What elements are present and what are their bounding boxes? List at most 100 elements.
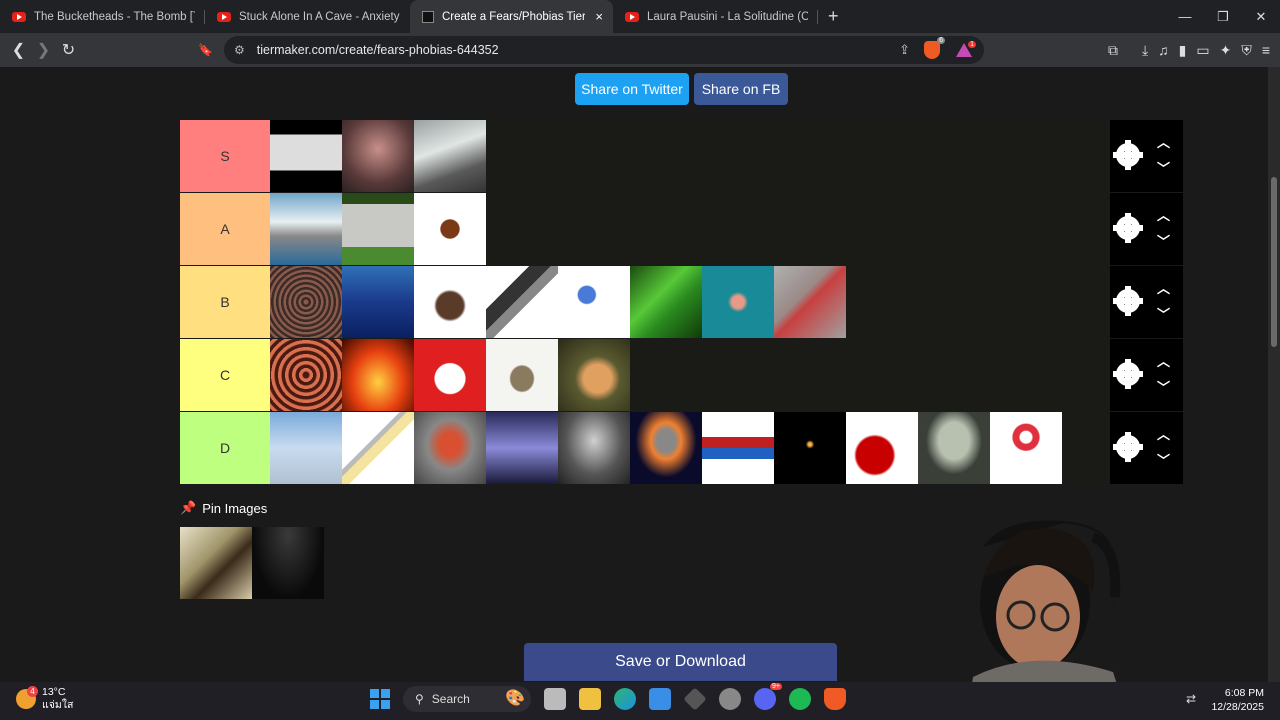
close-tab-icon[interactable]: × bbox=[595, 9, 603, 24]
move-tier-down-icon[interactable]: ﹀ bbox=[1157, 304, 1170, 323]
clock-time: 6:08 PM bbox=[1224, 687, 1264, 699]
network-icon[interactable]: ⇄ bbox=[1186, 692, 1196, 706]
tier-item-cockroach[interactable] bbox=[414, 193, 486, 265]
screenshot-icon[interactable]: ⧉ bbox=[1108, 42, 1118, 59]
tier-label[interactable]: S bbox=[180, 120, 270, 192]
wallet-icon[interactable]: ▭ bbox=[1196, 42, 1209, 59]
tier-item-holes[interactable] bbox=[270, 339, 342, 411]
tier-item-centipede[interactable] bbox=[774, 266, 846, 338]
sidebar-icon[interactable]: ▮ bbox=[1179, 42, 1187, 59]
tier-item-glass-floor[interactable] bbox=[414, 120, 486, 192]
task-view-icon[interactable] bbox=[544, 688, 566, 710]
maximize-button[interactable]: ❐ bbox=[1204, 0, 1242, 33]
tier-item-lightning[interactable] bbox=[486, 412, 558, 484]
move-tier-up-icon[interactable]: ︿ bbox=[1157, 132, 1170, 151]
leo-ai-icon[interactable]: ✦ bbox=[1220, 42, 1232, 59]
tab-laura-pausini[interactable]: Laura Pausini - La Solitudine (Official bbox=[613, 0, 818, 33]
new-tab-button[interactable]: + bbox=[818, 6, 849, 27]
bookmark-icon[interactable]: 🔖 bbox=[193, 43, 218, 57]
menu-icon[interactable]: ≡ bbox=[1262, 42, 1270, 58]
scrollbar-thumb[interactable] bbox=[1271, 177, 1277, 347]
tab-bucketheads[interactable]: The Bucketheads - The Bomb [These bbox=[0, 0, 205, 33]
tier-item-man-portrait[interactable] bbox=[558, 412, 630, 484]
move-tier-up-icon[interactable]: ︿ bbox=[1157, 351, 1170, 370]
tier-item-crowd[interactable] bbox=[270, 266, 342, 338]
share-twitter-button[interactable]: Share on Twitter bbox=[575, 73, 689, 105]
edge-icon[interactable] bbox=[614, 688, 636, 710]
vpn-icon[interactable]: ⛨ bbox=[1241, 42, 1252, 59]
obs-icon[interactable] bbox=[719, 688, 741, 710]
tier-item-fire[interactable] bbox=[342, 339, 414, 411]
tab-stuck-alone[interactable]: Stuck Alone In A Cave - Anxiety Warr bbox=[205, 0, 410, 33]
weather-widget[interactable]: 4 13°C แจ่มใส bbox=[16, 686, 73, 712]
page-scrollbar[interactable] bbox=[1268, 67, 1280, 682]
tier-controls: ︿ ﹀ bbox=[1110, 412, 1183, 484]
page-content: Share on Twitter Share on FB S ︿ ﹀ A ︿ ﹀ B ︿ ﹀ C ︿… bbox=[0, 67, 1268, 682]
tier-label[interactable]: D bbox=[180, 412, 270, 484]
tier-item-gravestone[interactable] bbox=[342, 193, 414, 265]
gear-teeth-icon bbox=[1125, 432, 1131, 462]
tier-item-sea-creature[interactable] bbox=[702, 266, 774, 338]
tier-item-puppet[interactable] bbox=[414, 412, 486, 484]
webcam-person-image bbox=[943, 507, 1183, 682]
move-tier-up-icon[interactable]: ︿ bbox=[1157, 205, 1170, 224]
tier-item-syringe[interactable] bbox=[342, 412, 414, 484]
tier-label[interactable]: C bbox=[180, 339, 270, 411]
tier-item-green-snake[interactable] bbox=[630, 266, 702, 338]
site-info-icon[interactable]: ⚙ bbox=[234, 43, 245, 57]
download-icon[interactable]: ⤓ bbox=[1142, 42, 1148, 59]
spotify-icon[interactable] bbox=[789, 688, 811, 710]
share-facebook-button[interactable]: Share on FB bbox=[694, 73, 788, 105]
tier-item-tarantula[interactable] bbox=[414, 266, 486, 338]
pool-item-scorpion-hand[interactable] bbox=[180, 527, 252, 599]
move-tier-down-icon[interactable]: ﹀ bbox=[1157, 377, 1170, 396]
tier-item-microphone[interactable] bbox=[486, 266, 558, 338]
forward-button[interactable]: ❯ bbox=[31, 40, 56, 60]
close-window-button[interactable]: ✕ bbox=[1242, 0, 1280, 33]
brave-browser-icon[interactable] bbox=[824, 688, 846, 710]
tier-label[interactable]: B bbox=[180, 266, 270, 338]
file-explorer-icon[interactable] bbox=[579, 688, 601, 710]
unity-icon[interactable] bbox=[683, 687, 707, 711]
pool-item-darkness[interactable] bbox=[252, 527, 324, 599]
tier-item-lizard[interactable] bbox=[558, 339, 630, 411]
store-icon[interactable] bbox=[649, 688, 671, 710]
start-windows-icon[interactable] bbox=[370, 689, 390, 709]
tier-item-asteroid[interactable] bbox=[630, 412, 702, 484]
discord-icon[interactable]: 9+ bbox=[754, 683, 782, 710]
reload-button[interactable]: ↻ bbox=[56, 40, 81, 60]
brave-rewards-icon[interactable]: 1 bbox=[956, 41, 976, 57]
brave-shields-icon[interactable]: 6 bbox=[924, 37, 945, 59]
move-tier-down-icon[interactable]: ﹀ bbox=[1157, 231, 1170, 250]
tier-label[interactable]: A bbox=[180, 193, 270, 265]
save-download-button[interactable]: Save or Download bbox=[524, 643, 837, 681]
tab-tiermaker[interactable]: Create a Fears/Phobias Tier List × bbox=[410, 0, 613, 33]
tier-item-alien[interactable] bbox=[918, 412, 990, 484]
tier-item-window-silhouette[interactable] bbox=[270, 120, 342, 192]
tier-item-mouse[interactable] bbox=[486, 339, 558, 411]
tier-item-blood[interactable] bbox=[846, 412, 918, 484]
move-tier-down-icon[interactable]: ﹀ bbox=[1157, 158, 1170, 177]
tier-item-airplane[interactable] bbox=[270, 412, 342, 484]
share-icon[interactable]: ⇪ bbox=[899, 42, 910, 58]
address-bar[interactable]: ⚙ tiermaker.com/create/fears-phobias-644… bbox=[224, 36, 984, 64]
pin-images-toggle[interactable]: 📌 Pin Images bbox=[180, 500, 267, 516]
tier-item-clown[interactable] bbox=[414, 339, 486, 411]
move-tier-up-icon[interactable]: ︿ bbox=[1157, 278, 1170, 297]
tier-item-virus[interactable] bbox=[558, 266, 630, 338]
tier-item-knot[interactable] bbox=[702, 412, 774, 484]
tier-item-red-ring[interactable] bbox=[990, 412, 1062, 484]
system-clock[interactable]: 6:08 PM 12/28/2025 bbox=[1211, 686, 1264, 714]
tier-item-ocean[interactable] bbox=[342, 266, 414, 338]
move-tier-up-icon[interactable]: ︿ bbox=[1157, 424, 1170, 443]
back-button[interactable]: ❮ bbox=[6, 40, 31, 60]
tier-item-scared-girl[interactable] bbox=[342, 120, 414, 192]
tier-item-dark-candle[interactable] bbox=[774, 412, 846, 484]
move-tier-down-icon[interactable]: ﹀ bbox=[1157, 450, 1170, 469]
minimize-button[interactable]: — bbox=[1166, 0, 1204, 33]
tier-item-shark[interactable] bbox=[270, 193, 342, 265]
gear-teeth-icon bbox=[1125, 286, 1131, 316]
music-icon[interactable]: ♫ bbox=[1158, 42, 1169, 58]
tab-title: The Bucketheads - The Bomb [These bbox=[34, 10, 195, 23]
taskbar-search[interactable]: ⚲ Search 🎨 bbox=[403, 686, 531, 712]
